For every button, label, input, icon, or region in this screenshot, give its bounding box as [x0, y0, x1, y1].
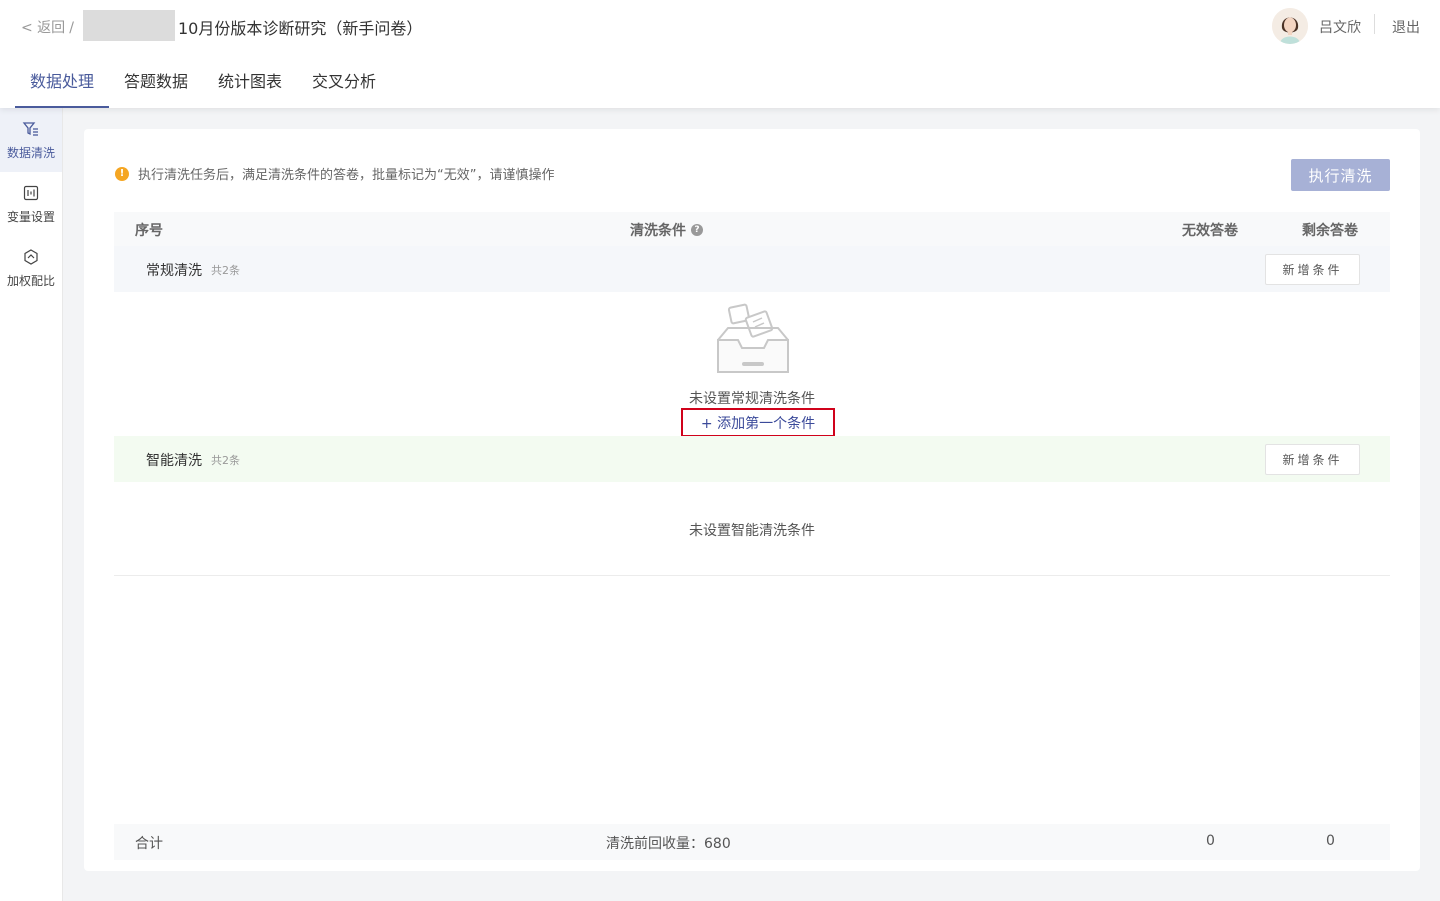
- sidenav-item-weighting[interactable]: 加权配比: [0, 236, 62, 300]
- notice-text: 执行清洗任务后，满足清洗条件的答卷，批量标记为“无效”，请谨慎操作: [138, 168, 555, 183]
- header-invalid: 无效答卷: [1182, 223, 1238, 239]
- sidenav-label: 变量设置: [6, 209, 55, 224]
- sidenav-item-variable-settings[interactable]: 变量设置: [0, 172, 62, 236]
- group-count: 共2条: [211, 454, 240, 467]
- empty-state-smart: 未设置智能清洗条件: [114, 482, 1390, 576]
- top-header: < 返回/ 10月份版本诊断研究（新手问卷） 吕文欣 退出 数据处理 答题数据 …: [0, 0, 1440, 108]
- add-first-condition-link[interactable]: + 添加第一个条件: [681, 408, 835, 437]
- username[interactable]: 吕文欣: [1319, 17, 1361, 37]
- header-conditions-label: 清洗条件: [630, 223, 686, 239]
- sidenav-label: 加权配比: [6, 273, 55, 288]
- footer-collected-count: 清洗前回收量：680: [606, 836, 731, 852]
- table-header: 序号 清洗条件 ? 无效答卷 剩余答卷: [114, 212, 1390, 246]
- empty-text-smart: 未设置智能清洗条件: [689, 523, 815, 539]
- logout-link[interactable]: 退出: [1392, 17, 1420, 37]
- side-nav: 数据清洗 变量设置 加权配比: [0, 108, 63, 901]
- footer-total-label: 合计: [135, 836, 163, 852]
- tab-cross-analysis[interactable]: 交叉分析: [297, 58, 391, 108]
- redacted-title-block: [83, 10, 175, 41]
- tab-statistics-charts[interactable]: 统计图表: [203, 58, 297, 108]
- header-conditions: 清洗条件 ?: [630, 220, 703, 240]
- warning-notice: ! 执行清洗任务后，满足清洗条件的答卷，批量标记为“无效”，请谨慎操作: [115, 164, 554, 183]
- footer-invalid-count: 0: [1206, 833, 1215, 849]
- add-condition-button[interactable]: 新增条件: [1265, 444, 1360, 475]
- page-title: 10月份版本诊断研究（新手问卷）: [178, 19, 423, 38]
- table-footer-total: 合计 清洗前回收量：680 0 0: [114, 824, 1390, 860]
- group-name: 常规清洗: [146, 263, 202, 279]
- data-cleaning-panel: ! 执行清洗任务后，满足清洗条件的答卷，批量标记为“无效”，请谨慎操作 执行清洗…: [84, 129, 1420, 871]
- empty-text-regular: 未设置常规清洗条件: [689, 391, 815, 407]
- sidenav-item-data-cleaning[interactable]: 数据清洗: [0, 108, 62, 172]
- empty-box-icon: [717, 303, 789, 373]
- avatar[interactable]: [1272, 8, 1308, 44]
- tab-data-processing[interactable]: 数据处理: [15, 58, 110, 108]
- back-label[interactable]: < 返回: [21, 20, 65, 36]
- warning-icon: !: [115, 166, 129, 181]
- help-icon[interactable]: ?: [691, 224, 703, 236]
- breadcrumb-separator: /: [69, 20, 74, 36]
- add-condition-button[interactable]: 新增条件: [1265, 254, 1360, 285]
- empty-state-regular: 未设置常规清洗条件 + 添加第一个条件: [114, 292, 1390, 437]
- header-divider: [1374, 14, 1375, 34]
- cleaning-table: 序号 清洗条件 ? 无效答卷 剩余答卷 常规清洗 共2条 新增条件 未设置常规清…: [114, 212, 1390, 576]
- group-name: 智能清洗: [146, 453, 202, 469]
- group-row-smart-cleaning: 智能清洗 共2条 新增条件: [114, 436, 1390, 482]
- sidenav-label: 数据清洗: [6, 145, 55, 160]
- variable-icon: [23, 185, 39, 200]
- main-tabs: 数据处理 答题数据 统计图表 交叉分析: [15, 58, 391, 108]
- back-link[interactable]: < 返回 /: [21, 17, 74, 37]
- group-count: 共2条: [211, 264, 240, 277]
- group-row-regular-cleaning: 常规清洗 共2条 新增条件: [114, 246, 1390, 292]
- tab-answer-data[interactable]: 答题数据: [109, 58, 203, 108]
- header-remaining: 剩余答卷: [1302, 223, 1358, 239]
- weight-icon: [24, 248, 38, 265]
- execute-cleaning-button[interactable]: 执行清洗: [1291, 159, 1390, 191]
- header-index: 序号: [135, 223, 163, 239]
- footer-remaining-count: 0: [1326, 833, 1335, 849]
- filter-icon: [22, 121, 38, 136]
